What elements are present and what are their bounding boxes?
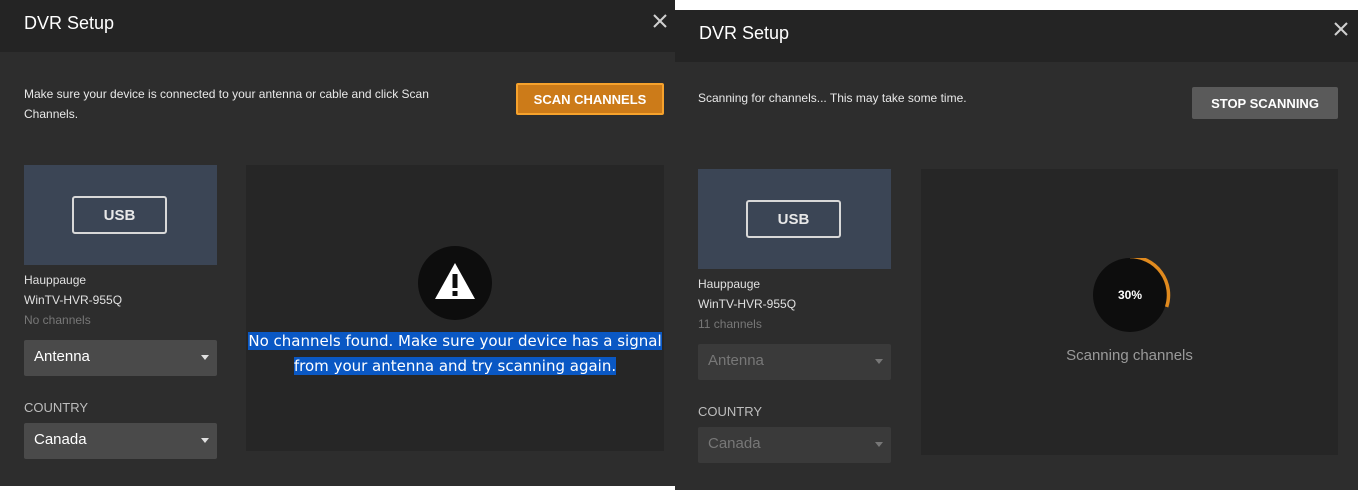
country-label: COUNTRY: [698, 404, 763, 419]
progress-percent: 30%: [1117, 288, 1143, 302]
dialog-header: DVR Setup: [675, 10, 1358, 62]
usb-badge: USB: [746, 200, 841, 238]
dvr-setup-dialog-no-channels: DVR Setup Make sure your device is conne…: [0, 0, 675, 486]
stop-scanning-button[interactable]: STOP SCANNING: [1192, 87, 1338, 119]
device-tile[interactable]: USB: [698, 169, 891, 269]
channel-count: No channels: [24, 313, 91, 327]
device-name: Hauppauge WinTV-HVR-955Q: [698, 274, 796, 314]
device-tile[interactable]: USB: [24, 165, 217, 265]
close-icon[interactable]: [649, 10, 671, 32]
device-brand: Hauppauge: [24, 273, 87, 287]
country-select-value: Canada: [708, 435, 761, 452]
country-select[interactable]: Canada: [24, 423, 217, 459]
country-select: Canada: [698, 427, 891, 463]
warning-icon-circle: [418, 246, 492, 320]
device-name: Hauppauge WinTV-HVR-955Q: [24, 270, 122, 310]
warning-icon: [435, 263, 475, 299]
source-select-value: Antenna: [708, 352, 764, 369]
progress-ring: 30%: [1093, 254, 1173, 338]
chevron-down-icon: [201, 355, 209, 360]
country-label: COUNTRY: [24, 400, 89, 415]
dialog-title: DVR Setup: [699, 23, 790, 43]
no-channels-message: No channels found. Make sure your device…: [246, 329, 664, 379]
chevron-down-icon: [201, 438, 209, 443]
scanning-status-label: Scanning channels: [1066, 347, 1193, 364]
instructions-text: Make sure your device is connected to yo…: [24, 87, 429, 121]
usb-badge: USB: [72, 196, 167, 234]
country-select-value: Canada: [34, 431, 87, 448]
dialog-header: DVR Setup: [0, 0, 675, 52]
scanning-status-text: Scanning for channels... This may take s…: [698, 91, 967, 105]
dvr-setup-dialog-scanning: DVR Setup Scanning for channels... This …: [675, 10, 1358, 490]
device-model: WinTV-HVR-955Q: [24, 293, 123, 307]
chevron-down-icon: [875, 359, 883, 364]
close-icon[interactable]: [1330, 18, 1352, 40]
device-brand: Hauppauge: [698, 277, 761, 291]
source-select-value: Antenna: [34, 348, 90, 365]
source-select: Antenna: [698, 344, 891, 380]
scan-channels-button[interactable]: SCAN CHANNELS: [516, 83, 664, 115]
scan-progress-panel: 30% Scanning channels: [921, 169, 1338, 455]
no-channels-message-text: No channels found. Make sure your device…: [248, 332, 662, 375]
scan-result-panel: No channels found. Make sure your device…: [246, 165, 664, 451]
chevron-down-icon: [875, 442, 883, 447]
dialog-title: DVR Setup: [24, 13, 115, 33]
source-select[interactable]: Antenna: [24, 340, 217, 376]
channel-count: 11 channels: [698, 317, 762, 331]
device-model: WinTV-HVR-955Q: [698, 297, 797, 311]
